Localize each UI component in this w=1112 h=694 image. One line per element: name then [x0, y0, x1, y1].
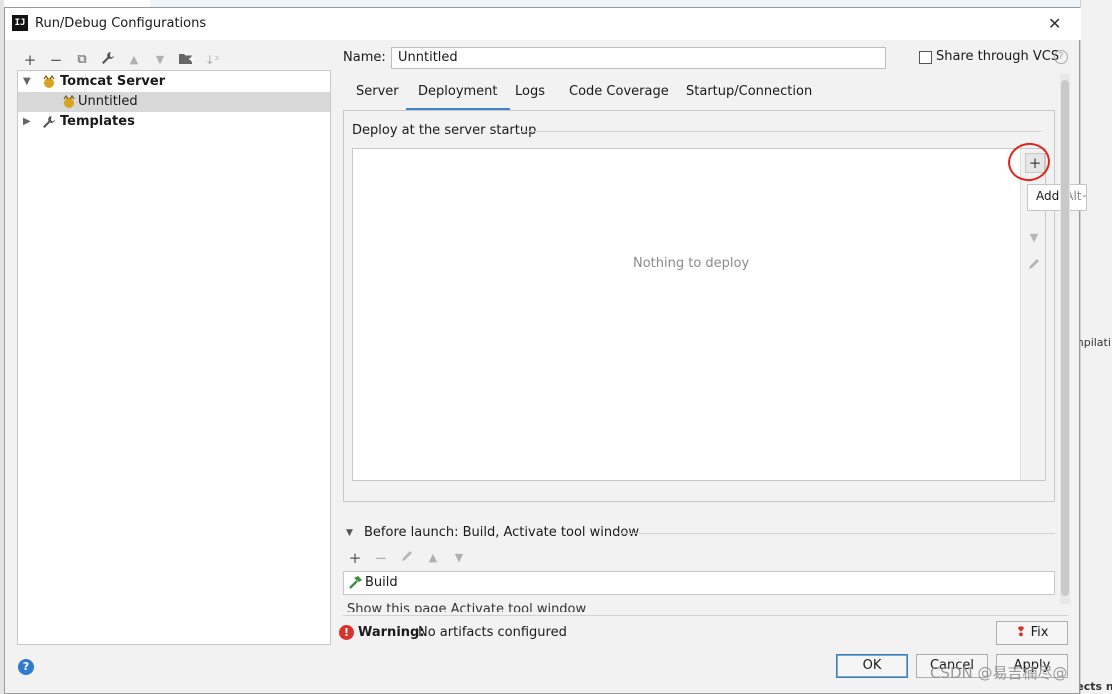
share-vcs-checkbox[interactable]: [919, 51, 932, 64]
deploy-list[interactable]: [352, 148, 1046, 481]
warning-label: Warning:: [358, 625, 425, 640]
scrollbar-thumb[interactable]: [1061, 80, 1069, 596]
add-tooltip: AddAlt+Insert: [1027, 184, 1087, 211]
tree-item-label: Tomcat Server: [60, 74, 166, 89]
move-down-icon[interactable]: ▼: [151, 51, 169, 69]
tab-logs[interactable]: Logs: [515, 83, 545, 111]
watermark: CSDN @易吉楠尽@: [930, 664, 1068, 682]
before-launch-item-build[interactable]: Build: [343, 571, 1055, 595]
tree-item-label: Templates: [60, 114, 135, 129]
tree-item-tomcat-server[interactable]: ▼ Tomcat Server: [18, 72, 330, 92]
fix-label: Fix: [1030, 625, 1049, 640]
tab-startup-connection[interactable]: Startup/Connection: [686, 83, 812, 111]
window-title: Run/Debug Configurations: [35, 16, 207, 31]
edit-icon[interactable]: [1026, 257, 1042, 273]
move-down-icon[interactable]: ▼: [1026, 230, 1042, 246]
add-icon[interactable]: +: [21, 51, 39, 69]
launch-options-partial: Show this page Activate tool window: [347, 602, 587, 612]
ok-button[interactable]: OK: [836, 654, 908, 678]
tree-item-unntitled[interactable]: Unntitled: [18, 92, 330, 112]
title-bar: IJ Run/Debug Configurations ✕: [5, 8, 1081, 40]
list-item-label: Build: [365, 575, 398, 590]
add-task-icon[interactable]: +: [346, 549, 364, 567]
tab-deployment[interactable]: Deployment: [406, 83, 510, 111]
error-icon: !: [339, 625, 354, 640]
chevron-down-icon[interactable]: ▼: [23, 72, 31, 92]
configuration-tree[interactable]: ▼ Tomcat Server Unntitled ▶ Templates: [17, 70, 331, 645]
bulb-icon: ❢: [1015, 625, 1027, 640]
tree-item-label: Unntitled: [78, 94, 138, 109]
tomcat-icon: [42, 74, 56, 89]
help-icon[interactable]: ?: [18, 659, 34, 675]
tooltip-label: Add: [1036, 189, 1060, 203]
chevron-right-icon[interactable]: ▶: [23, 112, 31, 132]
help-icon[interactable]: ?: [1054, 50, 1068, 64]
close-icon[interactable]: ✕: [1048, 14, 1061, 33]
bottom-divider: [343, 615, 1068, 616]
section-divider: [617, 533, 1055, 534]
wrench-icon[interactable]: [99, 51, 117, 69]
edit-task-icon[interactable]: [398, 549, 416, 567]
move-up-icon[interactable]: ▲: [125, 51, 143, 69]
name-label: Name:: [343, 50, 386, 65]
tree-item-templates[interactable]: ▶ Templates: [18, 112, 330, 132]
remove-icon[interactable]: −: [47, 51, 65, 69]
move-up-icon[interactable]: ▲: [424, 549, 442, 567]
tab-server[interactable]: Server: [356, 83, 399, 111]
run-debug-dialog: IJ Run/Debug Configurations ✕ + − ⧉ ▲ ▼ …: [4, 7, 1087, 694]
wrench-icon: [42, 115, 56, 129]
before-launch-title[interactable]: Before launch: Build, Activate tool wind…: [364, 525, 639, 540]
empty-state-text: Nothing to deploy: [633, 256, 750, 271]
fix-button[interactable]: ❢ Fix: [996, 621, 1068, 645]
tab-code-coverage[interactable]: Code Coverage: [569, 83, 669, 111]
warning-text: No artifacts configured: [418, 625, 567, 640]
name-input[interactable]: Unntitled: [391, 47, 886, 69]
hammer-icon: [348, 575, 363, 594]
share-vcs-label: Share through VCS: [936, 49, 1060, 64]
chevron-down-icon[interactable]: ▼: [346, 528, 353, 538]
section-divider: [521, 131, 1041, 132]
folder-add-icon[interactable]: [177, 51, 195, 69]
remove-task-icon[interactable]: −: [372, 549, 390, 567]
deploy-section-title: Deploy at the server startup: [352, 123, 537, 138]
intellij-icon: IJ: [12, 15, 28, 31]
sort-icon[interactable]: ↓ᶻ: [203, 51, 221, 69]
tomcat-icon: [62, 94, 76, 109]
background-ide-right: mpilati Maven projects n: [1007, 0, 1112, 694]
move-down-icon[interactable]: ▼: [450, 549, 468, 567]
copy-icon[interactable]: ⧉: [73, 51, 91, 69]
